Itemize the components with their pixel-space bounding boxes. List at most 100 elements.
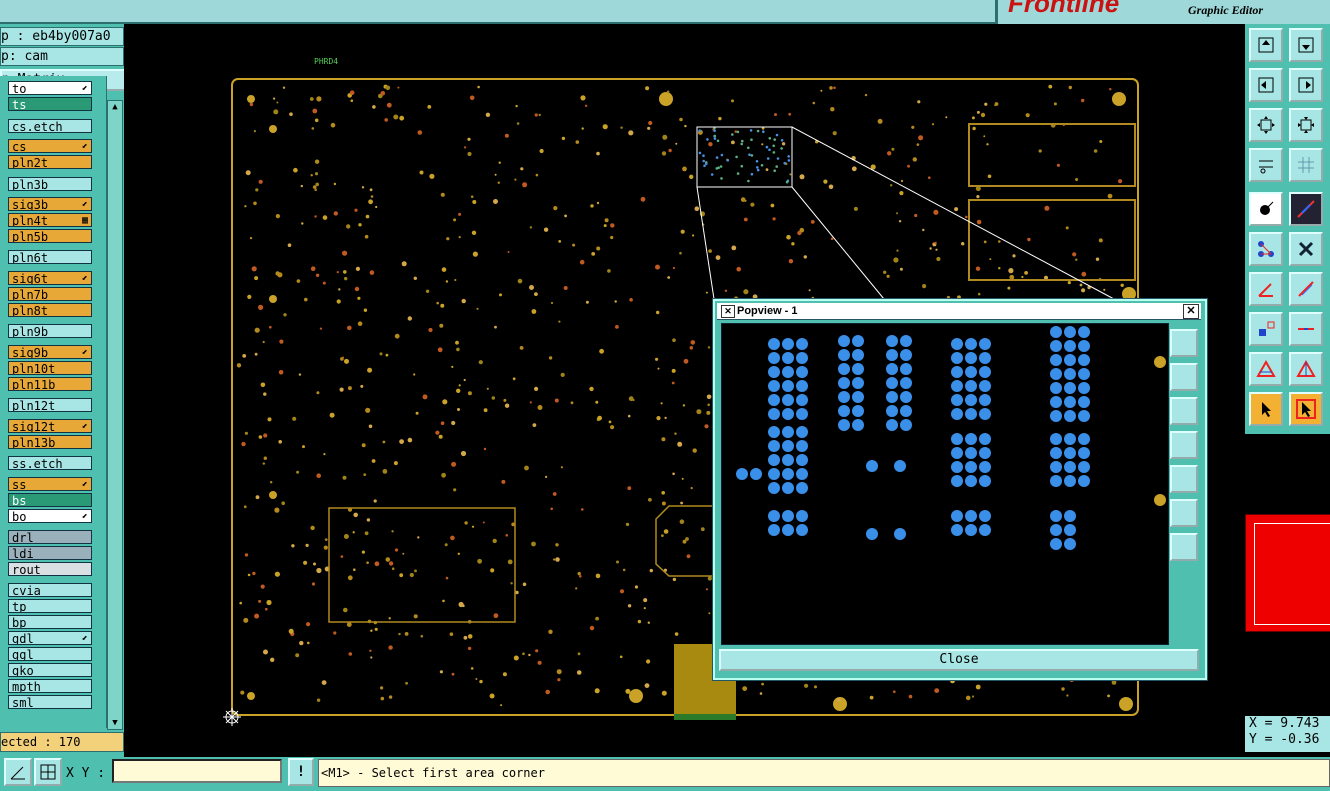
popview-pan-up-icon[interactable] (1170, 363, 1198, 391)
popview-window[interactable]: ✕ Popview - 1 ✕ Close (713, 299, 1207, 680)
popview-titlebar[interactable]: ✕ Popview - 1 ✕ (717, 303, 1201, 320)
zoom-in-icon[interactable] (1289, 108, 1323, 142)
layer-bs[interactable]: bs (8, 493, 92, 507)
xy-input[interactable] (112, 759, 282, 783)
layer-pln13b[interactable]: pln13b (8, 435, 92, 449)
zoom-pad (796, 440, 808, 452)
snap-pad-icon[interactable] (1249, 192, 1283, 226)
layer-pln11b[interactable]: pln11b (8, 377, 92, 391)
popview-pan-left-icon[interactable] (1170, 431, 1198, 459)
window-menu-icon[interactable]: ✕ (721, 305, 735, 318)
pad (314, 215, 317, 218)
layer-ggl[interactable]: ggl (8, 647, 92, 661)
connect-icon[interactable] (1249, 232, 1283, 266)
layer-pln10t[interactable]: pln10t (8, 361, 92, 375)
layer-sig3b[interactable]: sig3b ⬋ (8, 197, 92, 211)
overview-thumbnail[interactable] (1245, 514, 1330, 632)
layer-drl[interactable]: drl (8, 530, 92, 544)
layer-ss-etch[interactable]: ss.etch (8, 456, 92, 470)
pointer-select-icon[interactable] (1289, 392, 1323, 426)
layer-ts[interactable]: ts (8, 97, 92, 111)
pan-down-icon[interactable] (1289, 28, 1323, 62)
measure-tool-icon[interactable] (1249, 148, 1283, 182)
angle-tool-icon[interactable] (1249, 272, 1283, 306)
zoom-pad (965, 394, 977, 406)
pad (703, 164, 706, 168)
popview-zoom-in-icon[interactable] (1170, 533, 1198, 561)
line-select-icon[interactable] (1289, 312, 1323, 346)
layer-scrollbar[interactable]: ▲ ▼ (107, 100, 123, 730)
pad-select-icon[interactable] (1249, 312, 1283, 346)
pad (529, 401, 532, 404)
layer-cs-etch[interactable]: cs.etch (8, 119, 92, 133)
pointer-icon[interactable] (1249, 392, 1283, 426)
pad (661, 501, 666, 506)
pad (679, 251, 682, 255)
zoom-out-icon[interactable] (1249, 108, 1283, 142)
layer-sig9b[interactable]: sig9b ⬋ (8, 345, 92, 359)
pad (353, 568, 356, 571)
layer-bp[interactable]: bp (8, 615, 92, 629)
pad (1081, 98, 1085, 103)
zoom-pad (951, 461, 963, 473)
layer-ss[interactable]: ss ⬋ (8, 477, 92, 491)
pan-right-icon[interactable] (1289, 68, 1323, 102)
pad (575, 587, 578, 590)
layer-mpth[interactable]: mpth (8, 679, 92, 693)
layer-tp[interactable]: tp (8, 599, 92, 613)
alert-icon[interactable]: ! (288, 758, 314, 786)
layer-pln3b[interactable]: pln3b (8, 177, 92, 191)
scroll-down-icon[interactable]: ▼ (108, 717, 122, 729)
layer-sig6t[interactable]: sig6t ⬋ (8, 271, 92, 285)
delete-connect-icon[interactable] (1289, 232, 1323, 266)
pad (489, 693, 495, 699)
triangle-tool-icon[interactable] (1249, 352, 1283, 386)
pad (674, 432, 677, 435)
pad (768, 148, 771, 152)
pad (704, 424, 709, 429)
layer-pln8t[interactable]: pln8t (8, 303, 92, 317)
angle-mode-icon[interactable] (4, 758, 32, 786)
pad (467, 391, 472, 396)
pad (455, 340, 459, 345)
mounting-hole (247, 95, 255, 103)
layer-gdl[interactable]: gdl ⬋ (8, 631, 92, 645)
popview-zoom-out-icon[interactable] (1170, 499, 1198, 527)
popview-pan-down-icon[interactable] (1170, 397, 1198, 425)
layer-pln7b[interactable]: pln7b (8, 287, 92, 301)
popview-pan-right-icon[interactable] (1170, 465, 1198, 493)
pad (516, 122, 520, 125)
layer-pln5b[interactable]: pln5b (8, 229, 92, 243)
grid-mode-icon[interactable] (34, 758, 62, 786)
slope-tool-icon[interactable] (1289, 272, 1323, 306)
grid-icon[interactable] (1289, 148, 1323, 182)
layer-pln6t[interactable]: pln6t (8, 250, 92, 264)
snap-line-icon[interactable] (1289, 192, 1323, 226)
pad (354, 208, 358, 212)
zoom-pad (965, 447, 977, 459)
layer-pln9b[interactable]: pln9b (8, 324, 92, 338)
layer-sml[interactable]: sml (8, 695, 92, 709)
triangle-alt-icon[interactable] (1289, 352, 1323, 386)
pad (391, 530, 394, 533)
close-icon[interactable]: ✕ (1183, 304, 1199, 319)
layer-ldi[interactable]: ldi (8, 546, 92, 560)
layer-pln2t[interactable]: pln2t (8, 155, 92, 169)
popview-close-button[interactable]: Close (719, 649, 1199, 671)
layer-cvia[interactable]: cvia (8, 583, 92, 597)
layer-to[interactable]: to ⬋ (8, 81, 92, 95)
layer-rout[interactable]: rout (8, 562, 92, 576)
popview-canvas[interactable] (721, 323, 1169, 645)
layer-pln12t[interactable]: pln12t (8, 398, 92, 412)
pan-up-icon[interactable] (1249, 28, 1283, 62)
popview-zoom-fit-icon[interactable] (1170, 329, 1198, 357)
layer-mark-icon: ⬋ (81, 347, 88, 358)
layer-cs[interactable]: cs ⬋ (8, 139, 92, 153)
layer-gko[interactable]: gko (8, 663, 92, 677)
pan-left-icon[interactable] (1249, 68, 1283, 102)
pad (643, 598, 648, 603)
layer-sig12t[interactable]: sig12t ⬋ (8, 419, 92, 433)
layer-pln4t[interactable]: pln4t ▦ (8, 213, 92, 227)
layer-bo[interactable]: bo ⬋ (8, 509, 92, 523)
scroll-up-icon[interactable]: ▲ (108, 101, 122, 113)
